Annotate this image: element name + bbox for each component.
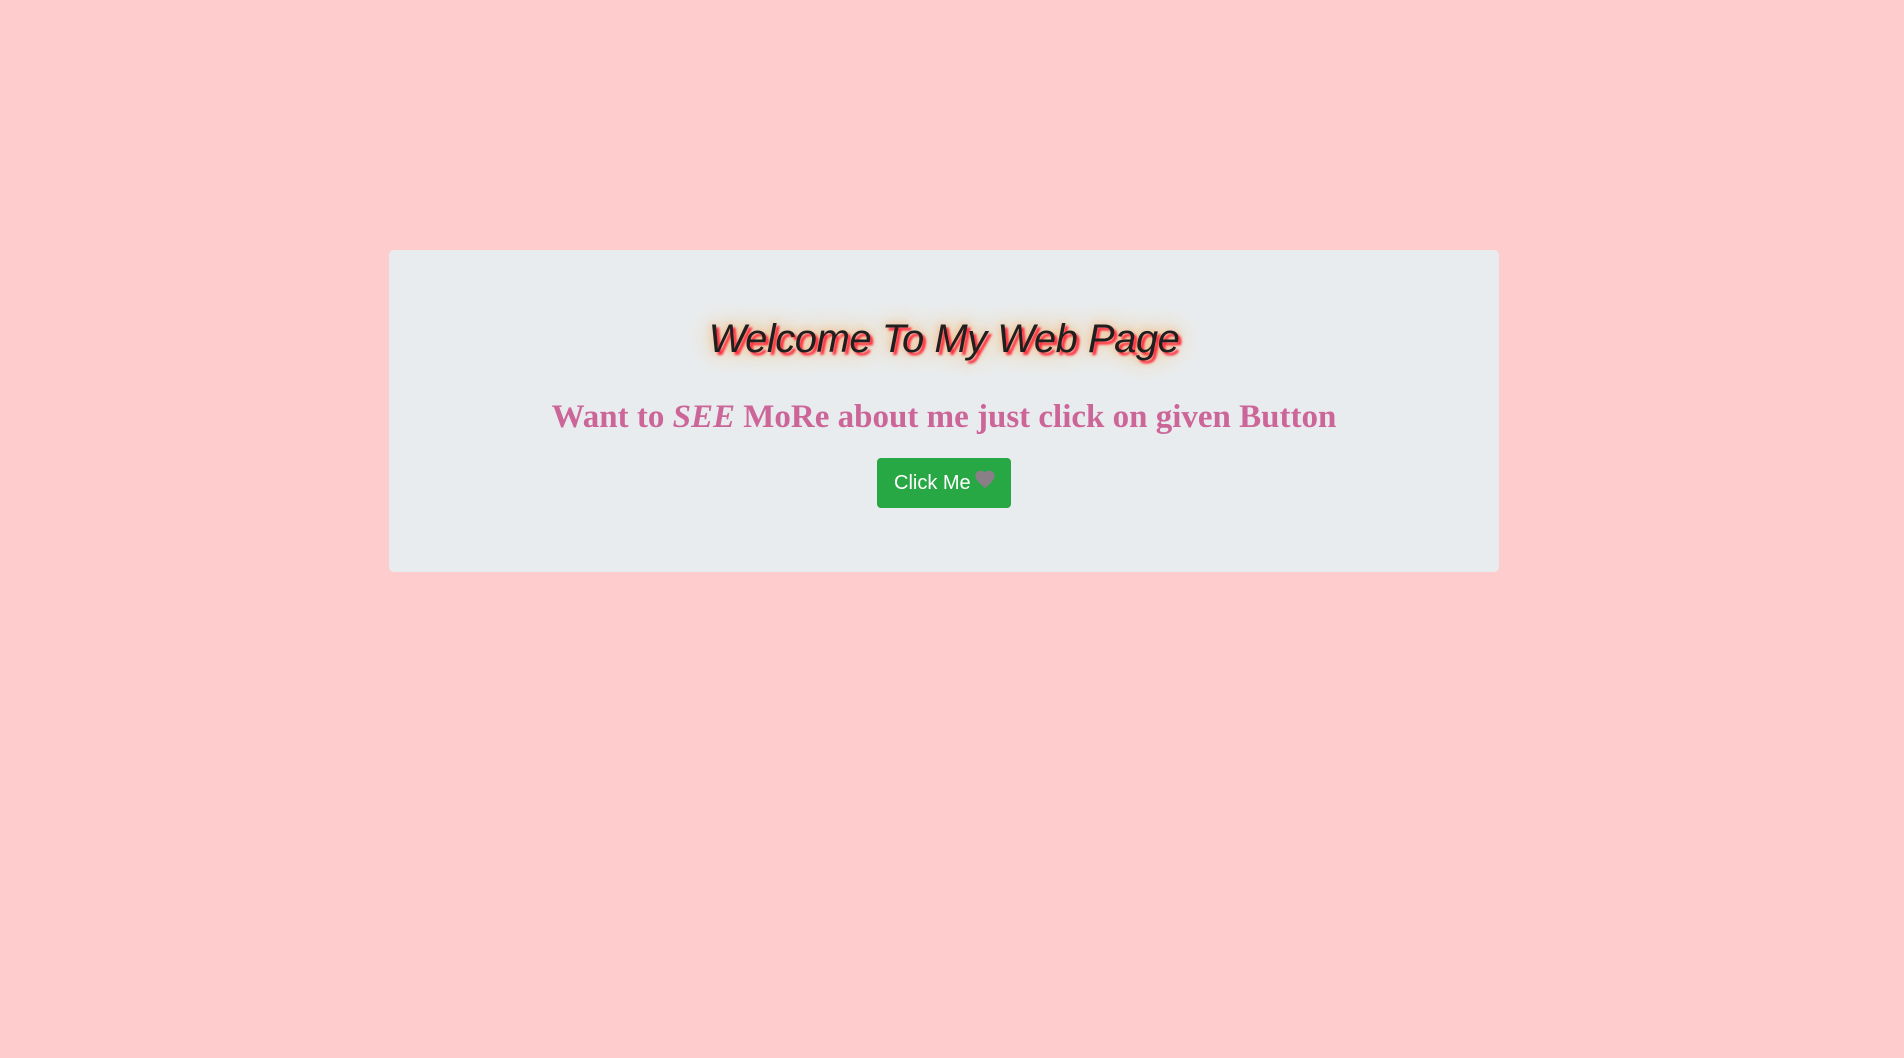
page-subtitle: Want to SEE MoRe about me just click on … <box>389 395 1499 439</box>
click-me-label: Click Me <box>894 472 971 494</box>
subtitle-emphasis: SEE <box>672 399 736 435</box>
heart-icon <box>975 470 995 489</box>
page-title: Welcome To My Web Page <box>708 317 1180 361</box>
hero-panel: Welcome To My Web Page Want to SEE MoRe … <box>389 250 1499 572</box>
subtitle-prefix: Want to <box>551 399 673 435</box>
subtitle-suffix: MoRe about me just click on given Button <box>735 399 1337 435</box>
click-me-button[interactable]: Click Me <box>877 458 1011 508</box>
